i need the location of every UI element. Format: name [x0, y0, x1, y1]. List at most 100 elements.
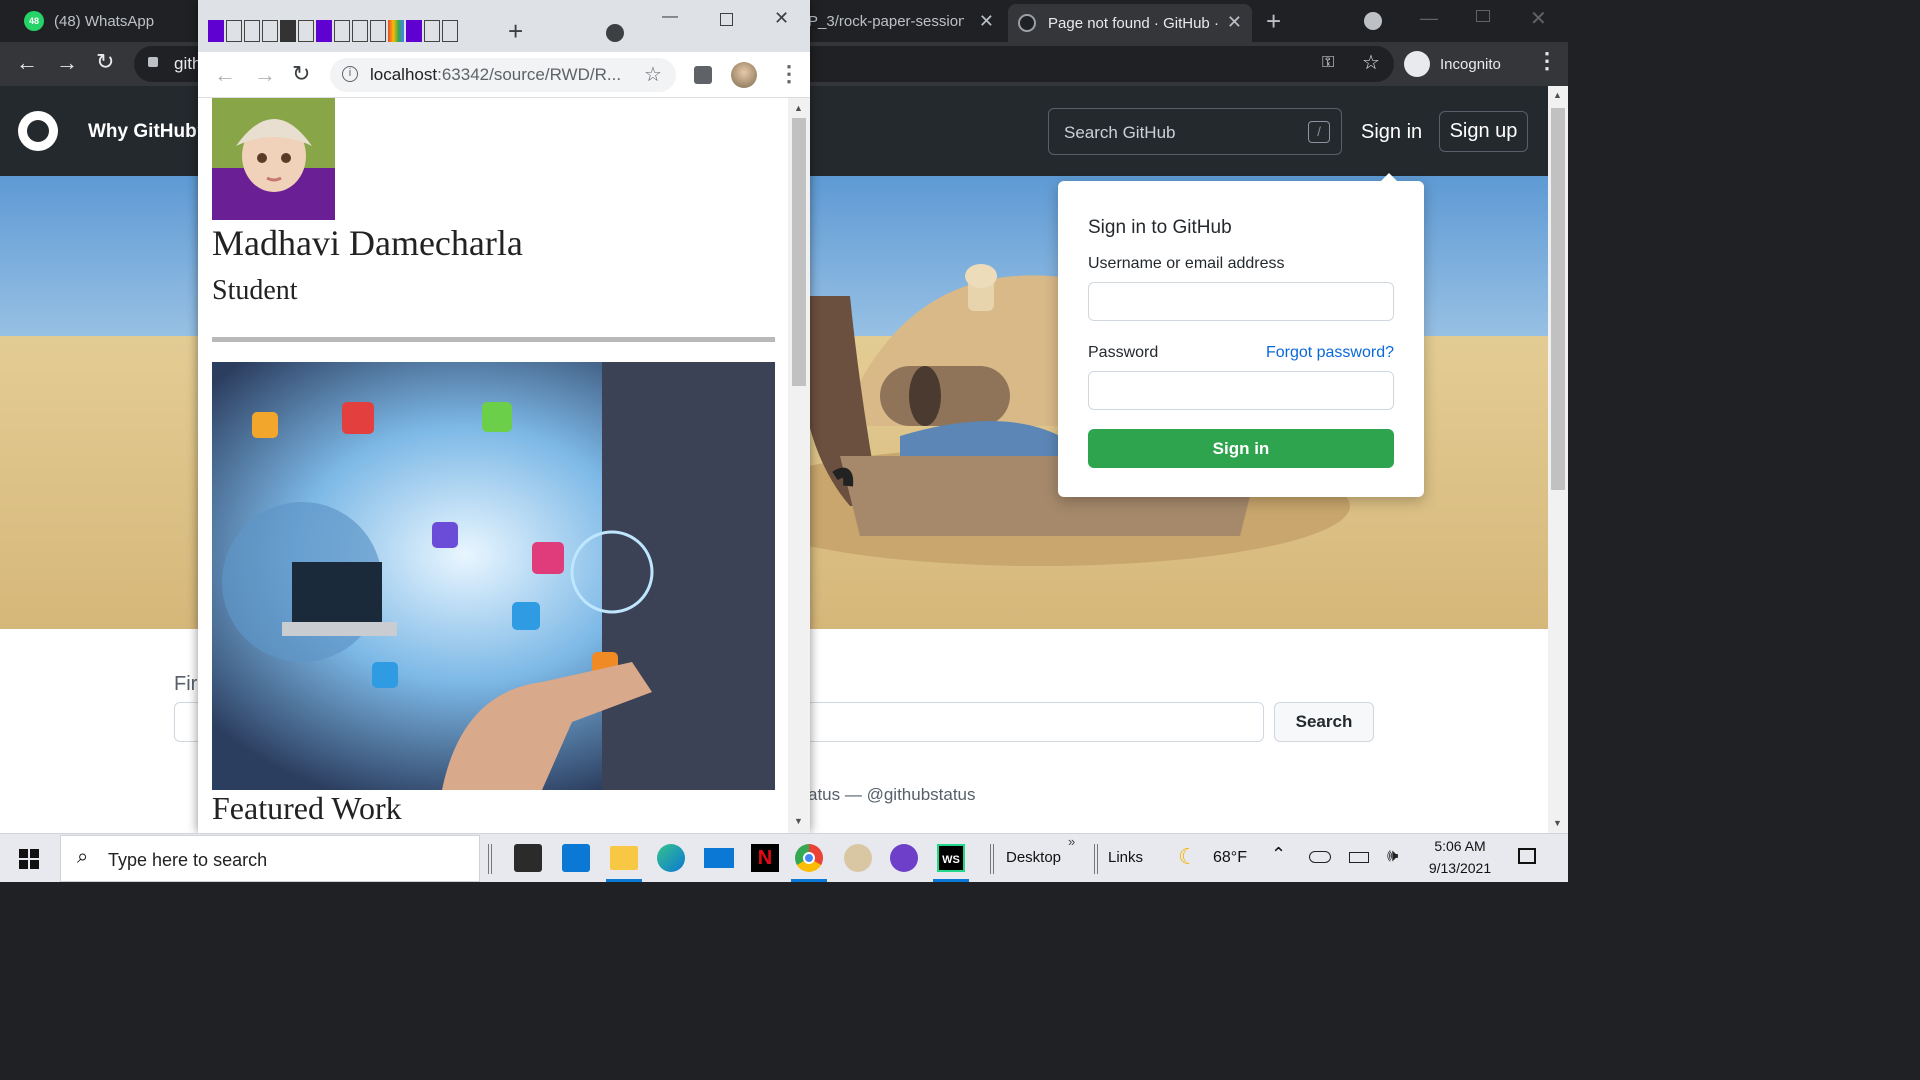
minimize-icon[interactable]: — [662, 8, 678, 26]
windows-start-icon[interactable] [19, 849, 39, 869]
extensions-icon[interactable] [694, 66, 712, 84]
page-favicon-icon[interactable] [352, 20, 368, 42]
tab-rock-paper[interactable]: P_3/rock-paper-session ✕ [808, 0, 1004, 42]
weather-temp[interactable]: 68°F [1213, 849, 1247, 867]
active-underline [606, 879, 642, 882]
page-favicon-icon[interactable] [442, 20, 458, 42]
photos-favicon-icon[interactable] [388, 20, 404, 42]
key-icon[interactable]: ⚿ [1322, 54, 1334, 72]
tab-github-active[interactable]: Page not found · GitHub · ✕ [1008, 4, 1252, 42]
nav-why-github[interactable]: Why GitHub? [88, 121, 208, 143]
scroll-thumb[interactable] [1551, 108, 1565, 490]
clock-date[interactable]: 9/13/2021 [1420, 860, 1500, 876]
scroll-thumb[interactable] [792, 118, 806, 386]
password-field[interactable] [1088, 371, 1394, 410]
profile-role: Student [212, 275, 298, 306]
find-search-button[interactable]: Search [1274, 702, 1374, 742]
tab-search-icon[interactable] [1364, 12, 1382, 30]
github-logo-icon[interactable] [18, 111, 58, 151]
popup-browser-window: + — ✕ ← → ↻ i localhost:63342/source/RWD… [198, 0, 810, 833]
forward-icon[interactable]: → [56, 50, 78, 76]
forgot-password-link[interactable]: Forgot password? [1259, 344, 1394, 362]
links-toolbar[interactable]: Links [1108, 849, 1143, 866]
signin-card: Sign in to GitHub Username or email addr… [1058, 173, 1424, 497]
maximize-icon[interactable] [720, 13, 733, 26]
tab-search-icon[interactable] [606, 24, 624, 42]
close-window-icon[interactable]: ✕ [774, 8, 789, 29]
signin-submit-button[interactable]: Sign in [1088, 429, 1394, 468]
outlook-icon[interactable] [562, 844, 590, 872]
star-icon[interactable]: ☆ [1362, 50, 1380, 75]
github-search-input[interactable]: Search GitHub / [1048, 108, 1342, 155]
close-window-icon[interactable]: ✕ [1530, 6, 1547, 31]
reload-icon[interactable]: ↻ [292, 61, 310, 87]
edge-icon[interactable] [657, 844, 685, 872]
back-browser-scrollbar[interactable]: ▲ ▼ [1548, 86, 1568, 833]
task-view-icon[interactable] [488, 844, 492, 874]
forward-icon[interactable]: → [254, 62, 276, 88]
scroll-up-icon[interactable]: ▲ [794, 103, 803, 113]
desktop-toolbar[interactable]: Desktop [1006, 849, 1061, 866]
webstorm-icon[interactable]: WS [937, 844, 965, 872]
minimize-icon[interactable]: — [1420, 8, 1438, 29]
menu-dots-icon[interactable]: ⋮ [778, 61, 800, 87]
yahoo-favicon-icon[interactable] [316, 20, 332, 42]
moon-icon[interactable]: ☾ [1178, 844, 1198, 870]
store-icon[interactable] [514, 844, 542, 872]
yahoo-favicon-icon[interactable] [406, 20, 422, 42]
paint-icon[interactable] [844, 844, 872, 872]
popup-address-bar[interactable]: i localhost:63342/source/RWD/R... ☆ [330, 58, 676, 92]
back-icon[interactable]: ← [214, 62, 236, 88]
github-desktop-icon[interactable] [890, 844, 918, 872]
chevron-up-icon[interactable]: ⌃ [1271, 844, 1286, 865]
file-explorer-icon[interactable] [610, 846, 638, 870]
yahoo-favicon-icon[interactable] [208, 20, 224, 42]
page-favicon-icon[interactable] [334, 20, 350, 42]
clock-time[interactable]: 5:06 AM [1428, 838, 1492, 854]
new-tab-icon[interactable]: + [1266, 6, 1281, 37]
signup-button[interactable]: Sign up [1439, 111, 1528, 152]
page-favicon-icon[interactable] [424, 20, 440, 42]
popup-scrollbar[interactable]: ▲ ▼ [788, 98, 810, 833]
close-tab-icon[interactable]: ✕ [1227, 12, 1242, 33]
search-icon: ⌕ [77, 846, 89, 868]
restore-icon[interactable] [1476, 10, 1490, 22]
back-icon[interactable]: ← [16, 50, 38, 76]
page-favicon-icon[interactable] [298, 20, 314, 42]
scroll-down-icon[interactable]: ▼ [1553, 818, 1562, 828]
incognito-chip[interactable]: Incognito [1404, 46, 1524, 82]
profile-avatar[interactable] [731, 62, 757, 88]
info-icon[interactable]: i [342, 66, 358, 82]
netflix-icon[interactable]: N [751, 844, 779, 872]
notification-icon[interactable] [1518, 848, 1536, 864]
active-underline [791, 879, 827, 882]
incognito-label: Incognito [1440, 55, 1501, 73]
tab-whatsapp[interactable]: 48 (48) WhatsApp [12, 0, 198, 42]
close-tab-icon[interactable]: ✕ [979, 11, 994, 32]
battery-icon[interactable] [1349, 852, 1369, 863]
taskbar-search-box[interactable]: ⌕ Type here to search [60, 835, 480, 882]
page-favicon-icon[interactable] [244, 20, 260, 42]
menu-dots-icon[interactable]: ⋮ [1536, 48, 1558, 74]
tab-title: (48) WhatsApp [54, 12, 155, 30]
scroll-down-icon[interactable]: ▼ [794, 816, 803, 826]
page-favicon-icon[interactable] [280, 20, 296, 42]
new-tab-icon[interactable]: + [508, 16, 523, 47]
signin-link[interactable]: Sign in [1361, 121, 1422, 144]
github-status-text[interactable]: atus — @githubstatus [808, 785, 976, 805]
star-icon[interactable]: ☆ [644, 62, 662, 87]
page-favicon-icon[interactable] [262, 20, 278, 42]
reload-icon[interactable]: ↻ [96, 49, 114, 75]
technology-hand-image [212, 362, 775, 790]
mail-icon[interactable] [704, 848, 734, 868]
volume-icon[interactable]: 🕪 [1387, 845, 1398, 866]
toolbar-separator [1094, 844, 1098, 874]
scroll-up-icon[interactable]: ▲ [1553, 90, 1562, 100]
page-favicon-icon[interactable] [370, 20, 386, 42]
chevron-right-icon[interactable]: » [1068, 834, 1075, 849]
username-field[interactable] [1088, 282, 1394, 321]
page-favicon-icon[interactable] [226, 20, 242, 42]
onedrive-icon[interactable] [1309, 851, 1331, 863]
divider [212, 337, 775, 342]
chrome-icon[interactable] [795, 844, 823, 872]
